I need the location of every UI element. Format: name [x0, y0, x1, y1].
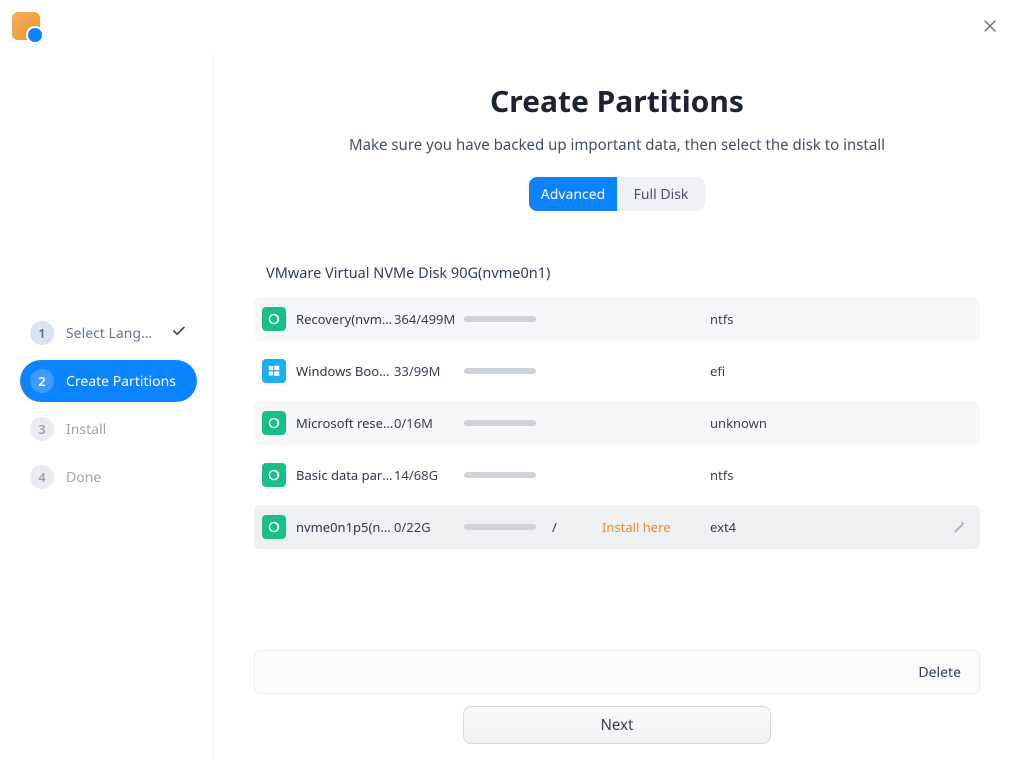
main-panel: Create Partitions Make sure you have bac… [214, 52, 1020, 760]
tab-advanced[interactable]: Advanced [529, 177, 617, 211]
mode-segmented: Advanced Full Disk [529, 177, 705, 211]
partition-name: nvme0n1p5(nv… [296, 518, 394, 536]
filesystem-type: efi [710, 362, 782, 380]
usage-bar [464, 524, 546, 530]
partition-row[interactable]: Basic data part…14/68G ntfs [254, 453, 980, 497]
sidebar-step-2[interactable]: 2 Create Partitions [20, 360, 197, 402]
check-icon [171, 322, 187, 344]
partition-name: Windows Boot … [296, 362, 394, 380]
partition-name: Basic data part… [296, 466, 394, 484]
partition-size: 33/99M [394, 362, 464, 380]
windows-icon [262, 359, 286, 383]
deepin-icon [262, 515, 286, 539]
sidebar-step-4: 4 Done [20, 456, 197, 498]
close-button[interactable] [976, 12, 1004, 40]
action-toolbar: Delete [254, 650, 980, 694]
close-icon [983, 19, 997, 33]
step-number: 3 [30, 417, 54, 441]
partition-size: 0/16M [394, 414, 464, 432]
edit-icon[interactable] [952, 520, 966, 534]
step-label: Install [66, 420, 187, 439]
deepin-icon [262, 411, 286, 435]
sidebar-step-3: 3 Install [20, 408, 197, 450]
sidebar-step-1[interactable]: 1 Select Langu… [20, 312, 197, 354]
delete-button[interactable]: Delete [918, 663, 961, 682]
filesystem-type: ntfs [710, 466, 782, 484]
sidebar: 1 Select Langu… 2 Create Partitions 3 Install… [0, 52, 214, 760]
partition-row[interactable]: Recovery(nvm…364/499M ntfs [254, 297, 980, 341]
partition-list: Recovery(nvm…364/499M ntfs Windows Boot …3… [254, 297, 980, 549]
filesystem-type: unknown [710, 414, 782, 432]
partition-row[interactable]: nvme0n1p5(nv…0/22G /Install hereext4 [254, 505, 980, 549]
filesystem-type: ntfs [710, 310, 782, 328]
install-hint: Install here [602, 518, 710, 536]
disk-area: VMware Virtual NVMe Disk 90G(nvme0n1) Re… [254, 263, 980, 549]
disk-title: VMware Virtual NVMe Disk 90G(nvme0n1) [266, 263, 980, 283]
deepin-icon [262, 307, 286, 331]
usage-bar [464, 368, 546, 374]
next-button[interactable]: Next [463, 706, 771, 744]
step-label: Select Langu… [66, 324, 159, 343]
app-icon [12, 12, 40, 40]
partition-name: Microsoft reser… [296, 414, 394, 432]
filesystem-type: ext4 [710, 518, 782, 536]
partition-size: 0/22G [394, 518, 464, 536]
partition-row[interactable]: Microsoft reser…0/16M unknown [254, 401, 980, 445]
partition-size: 14/68G [394, 466, 464, 484]
deepin-icon [262, 463, 286, 487]
step-number: 2 [30, 369, 54, 393]
step-number: 4 [30, 465, 54, 489]
page-subtitle: Make sure you have backed up important d… [254, 135, 980, 155]
tab-full-disk[interactable]: Full Disk [617, 177, 705, 211]
page-title: Create Partitions [254, 80, 980, 121]
titlebar [0, 0, 1020, 52]
step-label: Create Partitions [66, 372, 187, 391]
partition-name: Recovery(nvm… [296, 310, 394, 328]
partition-row[interactable]: Windows Boot …33/99M efi [254, 349, 980, 393]
usage-bar [464, 420, 546, 426]
partition-size: 364/499M [394, 310, 464, 328]
step-number: 1 [30, 321, 54, 345]
step-label: Done [66, 468, 187, 487]
mount-point: / [546, 518, 602, 536]
usage-bar [464, 472, 546, 478]
usage-bar [464, 316, 546, 322]
